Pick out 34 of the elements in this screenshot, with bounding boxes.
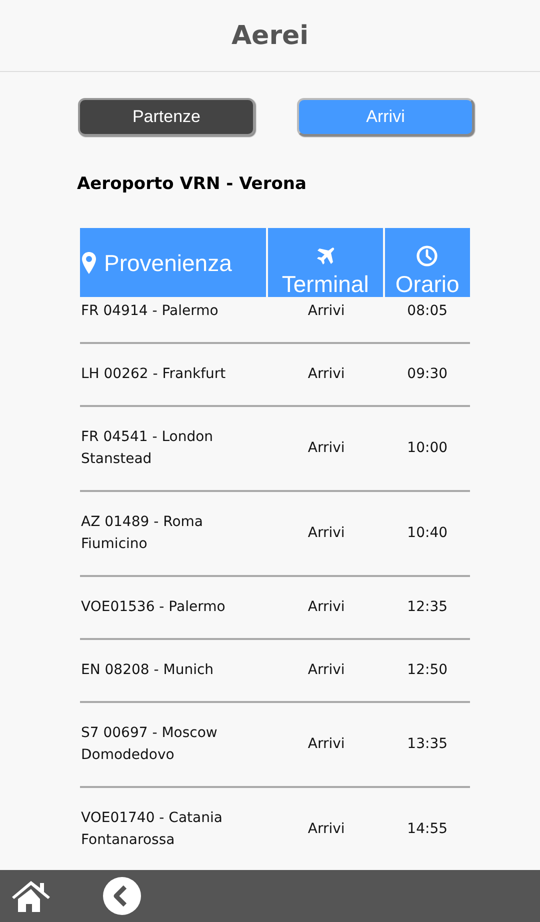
column-header: Terminal [280,271,370,297]
table-cell: Arrivi [308,821,345,837]
home-icon[interactable] [11,879,51,913]
page-title: Aerei [231,20,309,50]
table-cell: 10:40 [407,525,448,541]
table-cell: FR 04541 - London Stanstead [81,429,214,467]
table-cell: 14:55 [407,821,448,837]
table-cell: 12:50 [407,662,448,678]
table-cell: 12:35 [407,599,448,615]
airport-name: Aeroporto VRN - Verona [77,174,308,196]
table-cell: 09:30 [407,366,448,382]
back-icon[interactable] [103,877,141,915]
table-cell: S7 00697 - Moscow Domodedovo [81,725,218,763]
column-header: Orario [394,271,460,297]
table-cell: Arrivi [308,303,345,319]
table-cell: VOE01536 - Palermo [81,599,226,615]
table-cell: LH 00262 - Frankfurt [81,366,226,382]
table-cell: FR 04914 - Palermo [81,303,218,319]
table-cell: Arrivi [308,366,345,382]
table-cell: Arrivi [308,662,345,678]
table-cell: Arrivi [308,440,345,456]
table-cell: VOE01740 - Catania Fontanarossa [81,810,222,848]
table-cell: 13:35 [407,736,448,752]
table-cell: EN 08208 - Munich [81,662,214,678]
table-cell: AZ 01489 - Roma Fiumicino [81,514,203,552]
table-cell: 10:00 [407,440,448,456]
clock-icon [416,245,438,267]
tab[interactable]: Partenze [78,98,255,136]
table-cell: 08:05 [407,303,448,319]
table-cell: Arrivi [308,736,345,752]
table-cell: Arrivi [308,599,345,615]
table-cell: Arrivi [308,525,345,541]
column-header: Provenienza [104,250,232,276]
airplane-icon [315,247,336,267]
